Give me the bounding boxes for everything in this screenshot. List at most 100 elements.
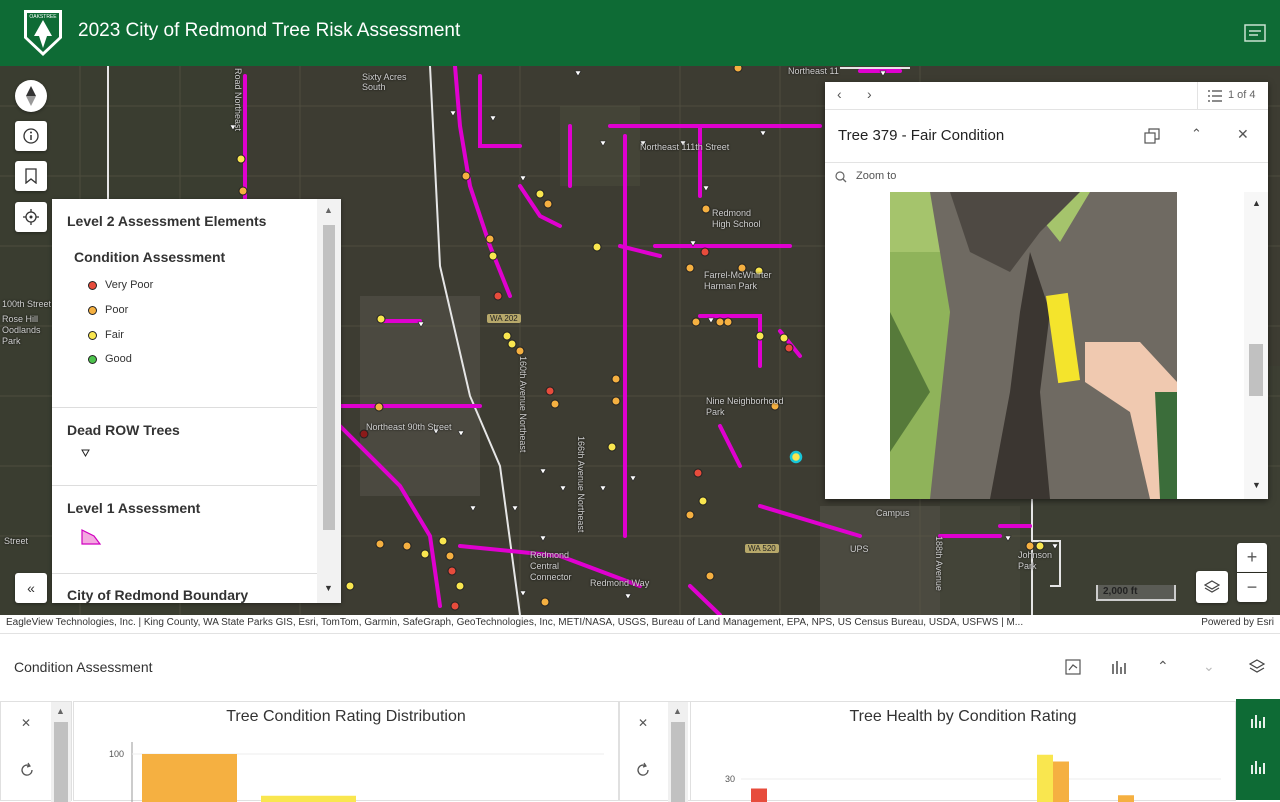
bar-chart-icon[interactable] [1110,658,1128,676]
locate-button[interactable] [15,202,47,232]
zoom-to-label: Zoom to [856,170,896,182]
chart2-close-icon[interactable]: ✕ [638,716,648,730]
locate-icon [23,209,39,225]
label-street: Street [4,536,28,546]
panel-title: Condition Assessment [14,659,153,675]
chart2-scroll-thumb[interactable] [671,722,685,802]
zoom-out-button[interactable]: − [1237,573,1267,602]
close-popup-icon[interactable]: ✕ [1237,126,1249,143]
chart2-bar[interactable] [1118,795,1134,802]
chart-view-icon[interactable] [1064,658,1082,676]
chart1-bar[interactable] [261,796,356,802]
legend-level2-section: Level 2 Assessment Elements Condition As… [52,199,317,408]
label-wa520: WA 520 [745,544,779,553]
info-button[interactable] [15,121,47,151]
zoom-to-action[interactable]: Zoom to [825,162,1268,190]
very-poor-swatch [88,281,97,290]
label-100th: 100th Street [2,299,51,309]
minus-icon: − [1247,577,1258,598]
pager-text: 1 of 4 [1228,89,1256,101]
label-nine-park: Nine Neighborhood Park [706,396,784,418]
legend-fair: Fair [105,329,124,341]
dock-icon[interactable] [1144,128,1160,144]
legend-boundary-section: City of Redmond Boundary [52,574,317,603]
label-sixty-acres: Sixty Acres South [362,72,407,92]
compass-button[interactable] [15,80,47,112]
collapse-popup-icon[interactable]: ⌃ [1191,126,1202,142]
popup-scroll-down-icon[interactable]: ▼ [1252,480,1261,490]
scale-bar: 2,000 ft [1096,585,1176,601]
label-160th: 160th Avenue Northeast [518,356,528,452]
label-ne111: Northeast 111th Street [640,142,729,152]
chart1-bar[interactable] [142,754,237,802]
legend-very-poor: Very Poor [105,279,153,291]
label-central-connector: Redmond Central Connector [530,550,572,583]
chart2-scroll-up-icon[interactable]: ▲ [673,706,682,716]
bookmark-icon [25,168,37,184]
chart2-refresh-icon[interactable] [635,762,651,778]
scale-text: 2,000 ft [1103,586,1137,597]
zoom-in-button[interactable]: + [1237,543,1267,572]
feature-menu-button[interactable]: 1 of 4 [1197,82,1268,110]
label-rose-hill: Rose Hill Oodlands Park [2,314,41,347]
widget-tab-chart-icon[interactable] [1250,713,1266,729]
chart1-close-icon[interactable]: ✕ [21,716,31,730]
legend-good: Good [105,353,132,365]
chart1-scrollbar[interactable]: ▲ [51,702,71,802]
legend-level2-title: Level 2 Assessment Elements [67,213,266,229]
legend-poor: Poor [105,304,128,316]
legend-level1-title: Level 1 Assessment [67,500,200,516]
legend-level1-section: Level 1 Assessment [52,486,317,574]
fair-swatch [88,331,97,340]
label-ups: UPS [850,544,869,554]
zoom-to-icon [835,171,847,183]
widget-tab-chart2-icon[interactable] [1250,759,1266,775]
popup-title: Tree 379 - Fair Condition [838,127,1004,144]
popup-scroll-up-icon[interactable]: ▲ [1252,198,1261,208]
chart2-y-tick: 30 [725,774,735,784]
label-farrel-park: Farrel-McWhirter Harman Park [704,270,772,292]
chart1-scroll-up-icon[interactable]: ▲ [56,706,65,716]
compass-icon [24,85,38,107]
chart2-scrollbar[interactable]: ▲ [668,702,688,802]
level1-polygon-swatch [80,528,102,546]
label-wa202: WA 202 [487,314,521,323]
legend-dead-section: Dead ROW Trees [52,408,317,486]
legend-panel[interactable]: Level 2 Assessment Elements Condition As… [52,199,341,603]
bookmarks-button[interactable] [15,161,47,191]
legend-scrollbar[interactable]: ▲ ▼ [317,199,341,603]
app-title: 2023 City of Redmond Tree Risk Assessmen… [78,20,460,42]
legend-boundary-title: City of Redmond Boundary [67,587,248,603]
attribution-text: EagleView Technologies, Inc. | King Coun… [6,617,1023,628]
legend-condition-title: Condition Assessment [74,249,225,265]
label-campus: Campus [876,508,910,518]
collapse-legend-button[interactable]: « [15,573,47,603]
feature-popup[interactable]: ‹ › 1 of 4 Tree 379 - Fair Condition ⌃ ✕… [825,82,1268,499]
info-icon [23,128,39,144]
expand-down-icon[interactable]: ⌄ [1203,658,1215,675]
basemap-layers-button[interactable] [1196,571,1228,603]
popup-scrollbar[interactable]: ▲ ▼ [1244,192,1268,499]
chart1-card: Tree Condition Rating Distribution 100 [73,701,619,801]
legend-scroll-thumb[interactable] [323,225,335,530]
next-feature-icon[interactable]: › [867,86,872,102]
scroll-up-icon[interactable]: ▲ [324,205,333,215]
double-chevron-left-icon: « [27,580,35,596]
tree-photo [890,192,1177,499]
good-swatch [88,355,97,364]
prev-feature-icon[interactable]: ‹ [837,86,842,102]
scroll-down-icon[interactable]: ▼ [324,583,333,593]
chart1-scroll-thumb[interactable] [54,722,68,802]
popup-scroll-thumb[interactable] [1249,344,1263,396]
chart2-bar[interactable] [1053,762,1069,802]
details-icon[interactable] [1244,24,1266,42]
layers-panel-icon[interactable] [1248,658,1266,676]
chart1-controls: ✕ ▲ [0,701,72,801]
label-redmond-hs: Redmond High School [712,208,761,230]
expand-up-icon[interactable]: ⌃ [1157,658,1169,675]
chart2-bar[interactable] [1037,755,1053,802]
popup-pager-bar: ‹ › 1 of 4 [825,82,1268,110]
powered-by-esri[interactable]: Powered by Esri [1193,617,1274,628]
poor-swatch [88,306,97,315]
chart1-refresh-icon[interactable] [19,762,35,778]
